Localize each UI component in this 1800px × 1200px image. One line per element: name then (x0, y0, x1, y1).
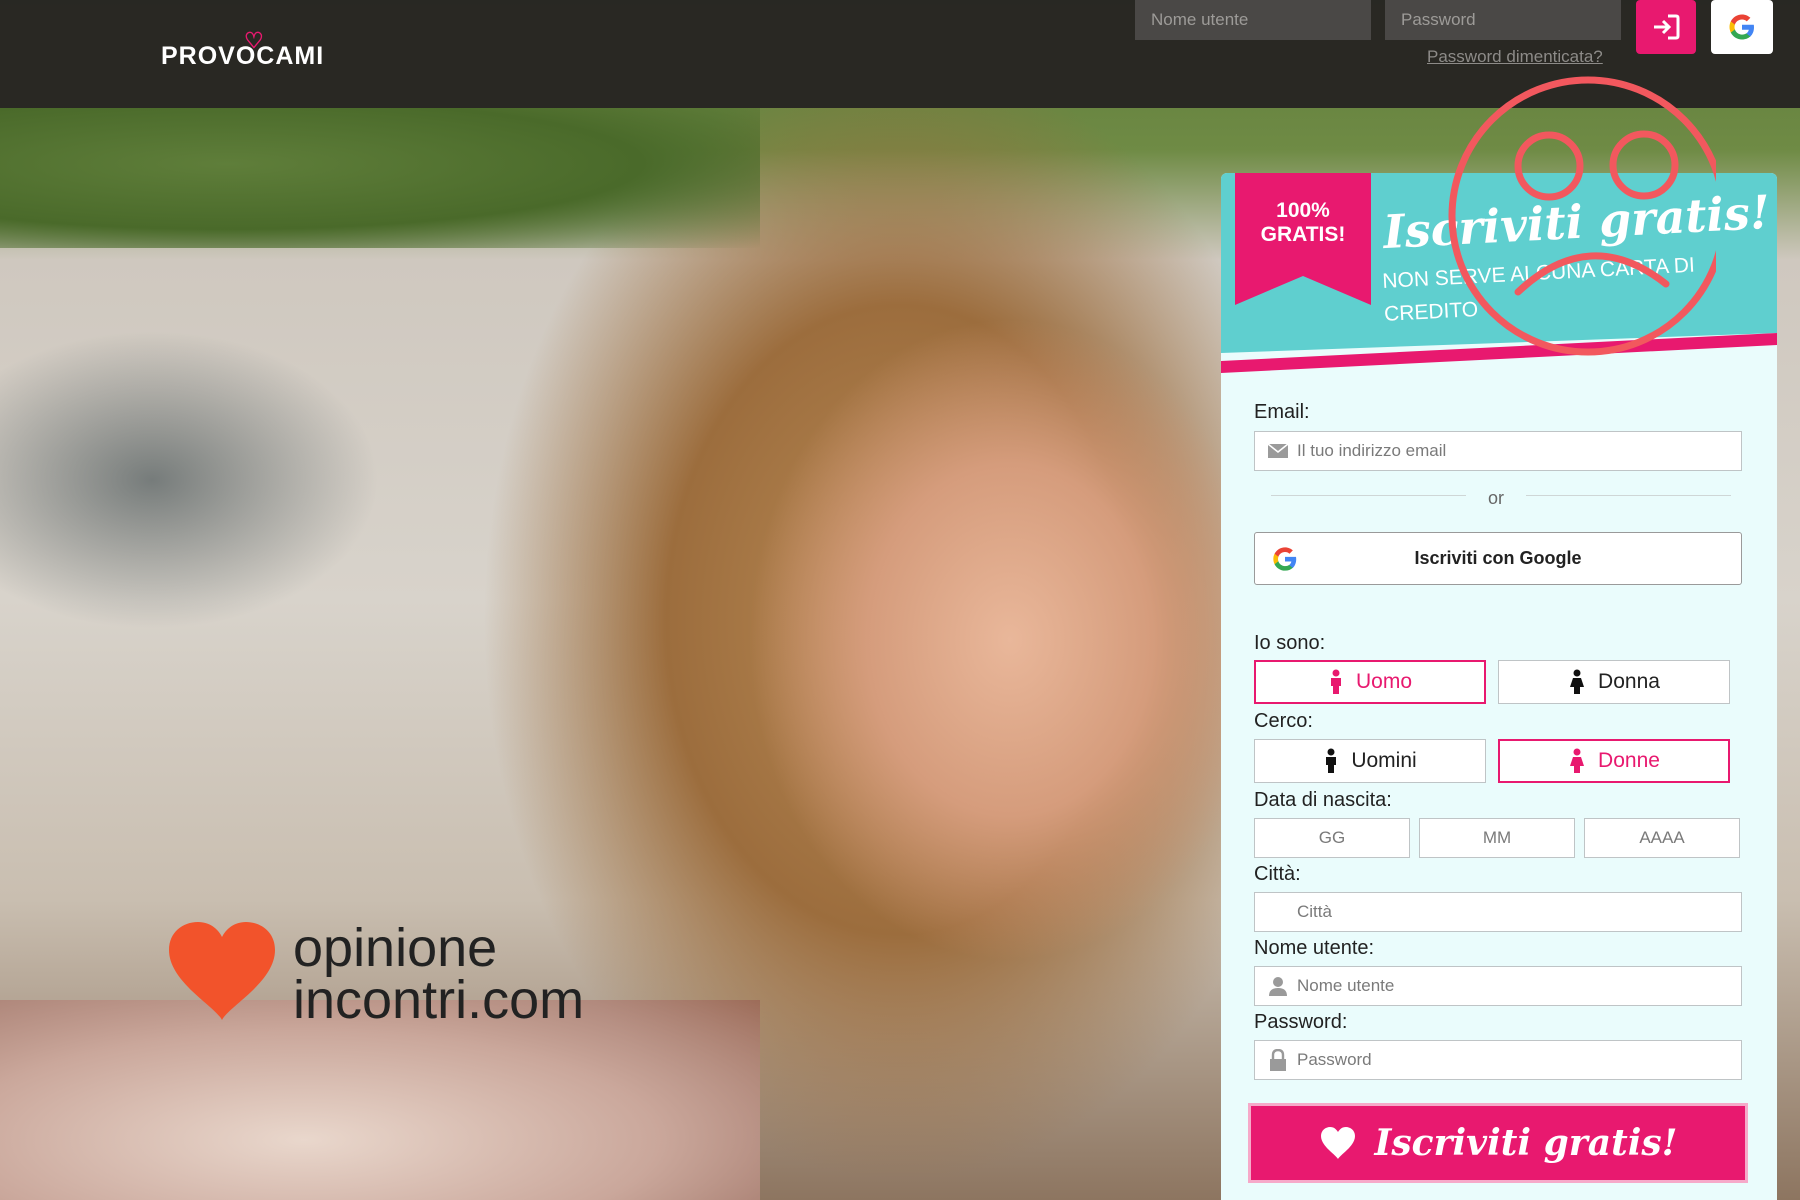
birthdate-label: Data di nascita: (1254, 789, 1392, 811)
signup-submit-button[interactable]: Iscriviti gratis! (1248, 1103, 1748, 1183)
header-username-input[interactable] (1135, 0, 1371, 40)
lock-icon (1267, 1049, 1289, 1071)
hero-shadow (0, 330, 380, 630)
hero-shirt (0, 1000, 760, 1200)
password-field[interactable]: Password (1254, 1040, 1742, 1080)
login-button[interactable] (1636, 0, 1696, 54)
logo-text: PROVOCAMI (161, 42, 325, 70)
username-label: Nome utente: (1254, 937, 1375, 959)
header-password-input[interactable] (1385, 0, 1621, 40)
city-label: Città: (1254, 863, 1301, 885)
watermark-line1: opinione (293, 918, 498, 978)
watermark-line2: incontri.com (293, 970, 585, 1030)
heart-icon (1319, 1126, 1357, 1160)
google-icon (1729, 14, 1754, 40)
password-placeholder: Password (1297, 1050, 1372, 1069)
sad-face-icon (1448, 76, 1716, 356)
email-placeholder: Il tuo indirizzo email (1297, 441, 1447, 460)
google-signup-label: Iscriviti con Google (1414, 548, 1582, 568)
female-icon (1568, 748, 1586, 774)
hero-foliage (0, 108, 760, 248)
city-placeholder: Città (1297, 902, 1332, 921)
username-placeholder: Nome utente (1297, 976, 1395, 995)
or-text: or (1466, 489, 1526, 507)
seeking-men-label: Uomini (1351, 749, 1417, 772)
seeking-women-label: Donne (1598, 749, 1660, 772)
city-field[interactable]: Città (1254, 892, 1742, 932)
seeking-women-option[interactable]: Donne (1498, 739, 1730, 783)
watermark-heart-icon (169, 922, 275, 1020)
username-field[interactable]: Nome utente (1254, 966, 1742, 1006)
site-logo[interactable]: PROVOCAMI ♡ (161, 28, 325, 71)
google-icon (1273, 547, 1297, 571)
i-am-label: Io sono: (1254, 632, 1326, 654)
logo-heart-icon: ♡ (244, 28, 265, 53)
password-label: Password: (1254, 1011, 1348, 1033)
watermark-text: opinione incontri.com (293, 918, 585, 1030)
seeking-men-option[interactable]: Uomini (1254, 739, 1486, 783)
google-login-button[interactable] (1711, 0, 1773, 54)
i-am-man-option[interactable]: Uomo (1254, 660, 1486, 704)
login-arrow-icon (1654, 14, 1680, 40)
email-label: Email: (1254, 401, 1310, 423)
envelope-icon (1267, 441, 1289, 461)
female-icon (1568, 669, 1586, 695)
birth-day-field[interactable]: GG (1254, 818, 1410, 858)
i-am-woman-label: Donna (1598, 670, 1660, 693)
i-am-woman-option[interactable]: Donna (1498, 660, 1730, 704)
birth-month-field[interactable]: MM (1419, 818, 1575, 858)
male-icon (1328, 669, 1344, 695)
i-am-man-label: Uomo (1355, 670, 1413, 693)
seeking-label: Cerco: (1254, 710, 1313, 732)
email-field[interactable]: Il tuo indirizzo email (1254, 431, 1742, 471)
signup-submit-label: Iscriviti gratis! (1374, 1122, 1678, 1164)
person-icon (1267, 976, 1289, 996)
male-icon (1323, 748, 1339, 774)
birth-year-field[interactable]: AAAA (1584, 818, 1740, 858)
google-signup-button[interactable]: Iscriviti con Google (1254, 532, 1742, 585)
